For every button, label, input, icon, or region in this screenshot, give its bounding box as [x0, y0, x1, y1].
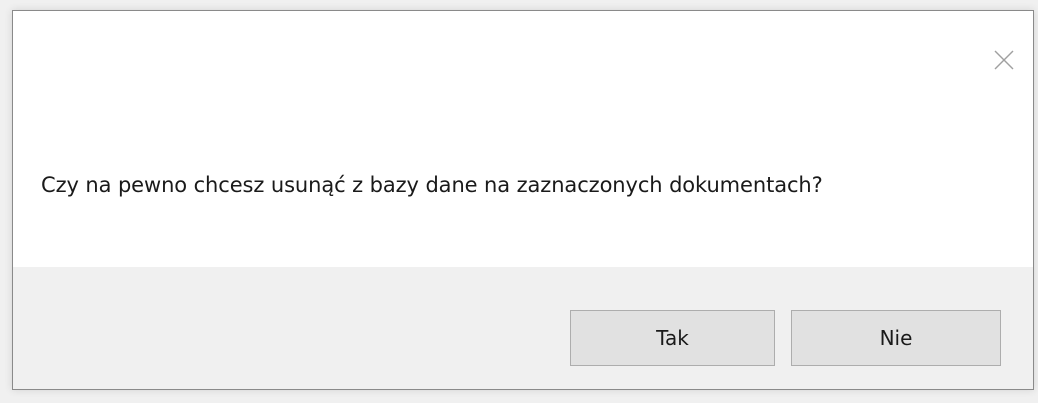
close-icon — [994, 50, 1014, 70]
confirm-dialog: Czy na pewno chcesz usunąć z bazy dane n… — [12, 10, 1034, 390]
no-button[interactable]: Nie — [791, 310, 1001, 366]
dialog-message: Czy na pewno chcesz usunąć z bazy dane n… — [41, 173, 823, 197]
yes-button[interactable]: Tak — [570, 310, 775, 366]
dialog-content: Czy na pewno chcesz usunąć z bazy dane n… — [13, 11, 1033, 267]
close-button[interactable] — [987, 43, 1021, 77]
dialog-footer: Tak Nie — [13, 267, 1033, 389]
